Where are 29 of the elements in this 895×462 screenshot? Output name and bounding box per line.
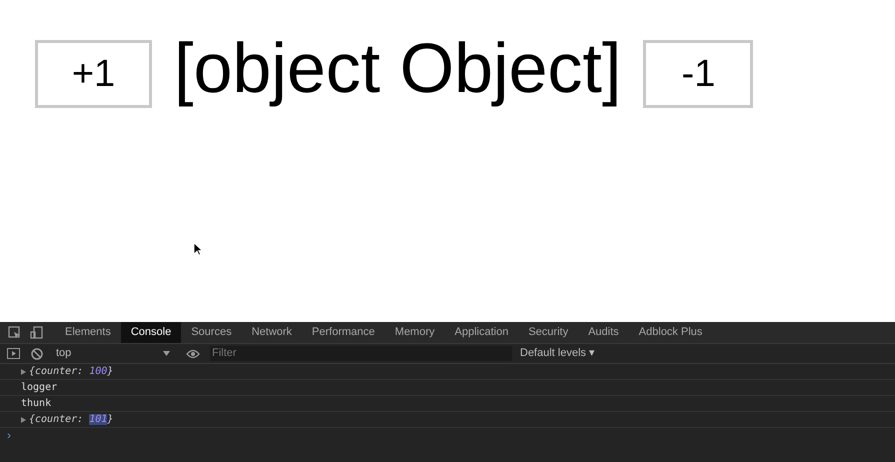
cursor-icon xyxy=(193,242,202,256)
devtools-tab[interactable]: Sources xyxy=(181,322,242,343)
log-object: {counter: 100} xyxy=(29,365,114,379)
devtools-tab[interactable]: Network xyxy=(242,322,302,343)
devtools-tab[interactable]: Security xyxy=(518,322,578,343)
decrement-button[interactable]: -1 xyxy=(643,40,754,108)
log-object: {counter: 101} xyxy=(29,413,114,427)
clear-icon[interactable] xyxy=(31,348,43,360)
inspect-icon[interactable] xyxy=(8,326,21,339)
log-message: thunk xyxy=(21,397,52,411)
context-select[interactable]: top xyxy=(56,345,178,362)
devtools-tab[interactable]: Console xyxy=(120,322,182,343)
eye-icon[interactable] xyxy=(186,348,200,358)
devtools-tab[interactable]: Audits xyxy=(578,322,629,343)
caret-icon xyxy=(163,351,170,356)
devtools-tab[interactable]: Application xyxy=(444,322,518,343)
levels-dropdown[interactable]: Default levels ▾ xyxy=(520,345,596,362)
devtools-tab[interactable]: Adblock Plus xyxy=(628,322,712,343)
sidebar-toggle-icon[interactable] xyxy=(7,348,20,359)
devtools-tab[interactable]: Performance xyxy=(302,322,385,343)
expand-arrow-icon[interactable] xyxy=(21,416,26,422)
expand-arrow-icon[interactable] xyxy=(21,368,26,374)
log-message: logger xyxy=(21,381,58,395)
device-icon[interactable] xyxy=(30,326,43,339)
filter-field[interactable]: Filter xyxy=(210,346,512,361)
increment-button[interactable]: +1 xyxy=(35,40,152,108)
console-prompt[interactable]: › xyxy=(7,429,11,441)
devtools-tab[interactable]: Memory xyxy=(384,322,445,343)
devtools-tab[interactable]: Elements xyxy=(55,322,121,343)
